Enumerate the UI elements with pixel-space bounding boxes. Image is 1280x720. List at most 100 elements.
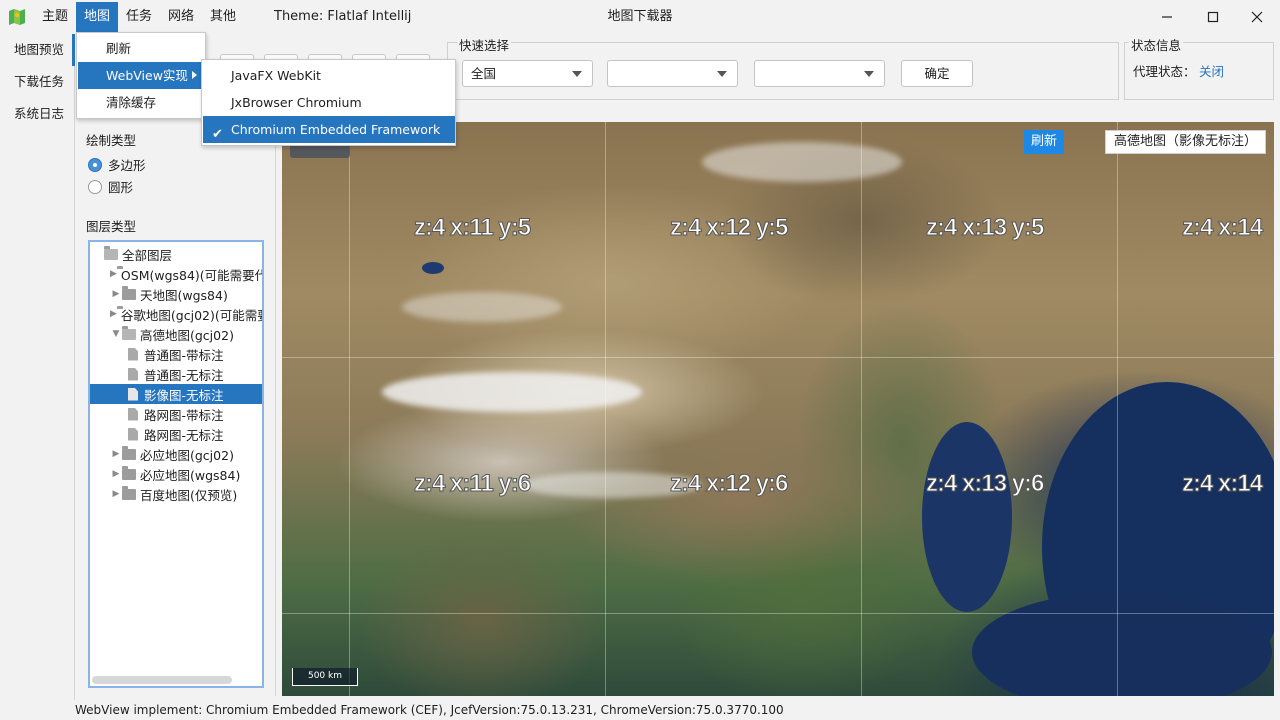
nav-download-tasks[interactable]: 下载任务: [0, 66, 75, 98]
app-window: 主题 地图 任务 网络 其他 Theme: Flatlaf Intellij 地…: [0, 0, 1280, 720]
menu-network[interactable]: 网络: [160, 2, 202, 32]
scale-bar: 500 km: [292, 668, 358, 686]
expand-down-icon[interactable]: ▼: [110, 329, 122, 339]
folder-open-icon: [104, 245, 118, 260]
radio-polygon-label: 多边形: [108, 158, 146, 173]
cloud-area: [702, 142, 902, 182]
proxy-status-value[interactable]: 关闭: [1199, 61, 1224, 80]
folder-icon: [122, 465, 136, 480]
folder-open-icon: [122, 325, 136, 340]
submenu-item-cef[interactable]: ✔ Chromium Embedded Framework: [203, 116, 455, 143]
folder-icon: [122, 485, 136, 500]
menu-item-webview[interactable]: WebView实现: [78, 62, 205, 89]
district-combo[interactable]: [754, 60, 885, 87]
tile-label: z:4 x:11 y:6: [413, 470, 531, 498]
tree-leaf-item[interactable]: 影像图-无标注: [90, 384, 262, 404]
menu-map[interactable]: 地图: [76, 2, 119, 32]
map-refresh-button[interactable]: 刷新: [1023, 130, 1064, 154]
draw-type-title: 绘制类型: [86, 133, 137, 148]
menu-item-webview-label: WebView实现: [106, 68, 188, 83]
radio-checked-icon: [88, 157, 102, 172]
quick-select-title: 快速选择: [457, 35, 512, 54]
chevron-down-icon: [717, 71, 727, 77]
tree-folder-item[interactable]: ▼ 高德地图(gcj02): [90, 324, 262, 344]
close-icon: [1251, 11, 1263, 23]
tree-item-label: 百度地图(仅预览): [140, 487, 238, 503]
lake: [422, 262, 444, 274]
close-button[interactable]: [1234, 0, 1280, 34]
tree-leaf-item[interactable]: 普通图-带标注: [90, 344, 262, 364]
tree-leaf-item[interactable]: 路网图-带标注: [90, 404, 262, 424]
menu-other[interactable]: 其他: [202, 2, 244, 32]
checkmark-icon: ✔: [212, 127, 223, 142]
tree-folder-item[interactable]: ▶ 必应地图(gcj02): [90, 444, 262, 464]
file-icon: [128, 387, 138, 401]
radio-circle[interactable]: 圆形: [88, 177, 133, 196]
map-layer-name: 高德地图（影像无标注）: [1104, 130, 1266, 154]
maximize-icon: [1207, 11, 1219, 23]
status-bar: WebView implement: Chromium Embedded Fra…: [75, 703, 784, 717]
title-bar: 主题 地图 任务 网络 其他 Theme: Flatlaf Intellij 地…: [0, 0, 1280, 34]
sea-area: [922, 422, 1012, 612]
tree-folder-item[interactable]: ▶ 谷歌地图(gcj02)(可能需要: [90, 304, 262, 324]
proxy-status-label: 代理状态：: [1133, 64, 1196, 79]
folder-icon: [122, 445, 136, 460]
submenu-item-javafx-webkit[interactable]: JavaFX WebKit: [203, 62, 455, 89]
tree-leaf-item[interactable]: 路网图-无标注: [90, 424, 262, 444]
tree-item-label: 必应地图(wgs84): [140, 467, 241, 483]
maximize-button[interactable]: [1190, 0, 1236, 34]
menu-item-clear-cache[interactable]: 清除缓存: [78, 89, 205, 116]
expand-right-icon[interactable]: ▶: [110, 449, 122, 459]
tree-item-label: 高德地图(gcj02): [140, 327, 234, 343]
province-combo-value: 全国: [471, 66, 497, 81]
expand-right-icon[interactable]: ▶: [110, 269, 117, 279]
layer-tree[interactable]: 全部图层 ▶ OSM(wgs84)(可能需要代 ▶ 天地图(wgs84) ▶ 谷歌地图(gc…: [88, 240, 264, 688]
file-icon: [128, 347, 138, 361]
tree-folder-item[interactable]: ▶ 百度地图(仅预览): [90, 484, 262, 504]
tile-label: z:4 x:13 y:5: [925, 214, 1044, 242]
menu-task[interactable]: 任务: [118, 2, 160, 32]
status-info-title: 状态信息: [1129, 35, 1184, 54]
tree-leaf-item[interactable]: 普通图-无标注: [90, 364, 262, 384]
nav-system-log[interactable]: 系统日志: [0, 98, 75, 130]
tree-folder-item[interactable]: ▶ 天地图(wgs84): [90, 284, 262, 304]
left-nav: 地图预览 下载任务 系统日志: [0, 34, 75, 700]
minimize-icon: [1162, 16, 1172, 18]
expand-right-icon[interactable]: ▶: [110, 489, 122, 499]
tree-folder-item[interactable]: ▶ 必应地图(wgs84): [90, 464, 262, 484]
tree-folder-item[interactable]: ▶ OSM(wgs84)(可能需要代: [90, 264, 262, 284]
theme-label: Theme: Flatlaf Intellij: [274, 9, 412, 24]
chevron-right-icon: [192, 71, 197, 79]
submenu-item-cef-label: Chromium Embedded Framework: [231, 122, 441, 137]
submenu-item-jxbrowser[interactable]: JxBrowser Chromium: [203, 89, 455, 116]
confirm-button[interactable]: 确定: [901, 60, 973, 87]
layer-type-title: 图层类型: [86, 219, 137, 234]
tile-label: z:4 x:12 y:6: [669, 470, 788, 498]
city-combo[interactable]: [607, 60, 738, 87]
snow-area: [382, 372, 642, 412]
expand-right-icon[interactable]: ▶: [110, 309, 117, 319]
expand-right-icon[interactable]: ▶: [110, 289, 122, 299]
nav-map-preview[interactable]: 地图预览: [0, 34, 75, 66]
tile-label: z:4 x:13 y:6: [925, 470, 1044, 498]
tree-item-label: 路网图-无标注: [144, 427, 224, 443]
map-view[interactable]: z:4 x:11 y:5 z:4 x:12 y:5 z:4 x:13 y:5 z…: [282, 122, 1274, 696]
tile-label: z:4 x:14: [1181, 214, 1263, 242]
province-combo[interactable]: 全国: [462, 60, 593, 87]
map-menu-dropdown: 刷新 WebView实现 清除缓存: [76, 32, 206, 119]
chevron-down-icon: [864, 71, 874, 77]
tree-item-label: OSM(wgs84)(可能需要代: [120, 267, 264, 283]
tree-folder-item[interactable]: 全部图层: [90, 244, 262, 264]
tree-item-label: 天地图(wgs84): [140, 287, 228, 303]
tile-label: z:4 x:14: [1181, 470, 1263, 498]
radio-polygon[interactable]: 多边形: [88, 155, 146, 174]
horizontal-scrollbar[interactable]: [92, 676, 232, 684]
menu-theme[interactable]: 主题: [34, 2, 76, 32]
expand-right-icon[interactable]: ▶: [110, 469, 122, 479]
file-icon: [128, 407, 138, 421]
menu-item-refresh[interactable]: 刷新: [78, 35, 205, 62]
radio-unchecked-icon: [88, 179, 102, 194]
minimize-button[interactable]: [1144, 0, 1190, 34]
tree-item-label: 普通图-无标注: [144, 367, 224, 383]
radio-circle-label: 圆形: [108, 180, 134, 195]
